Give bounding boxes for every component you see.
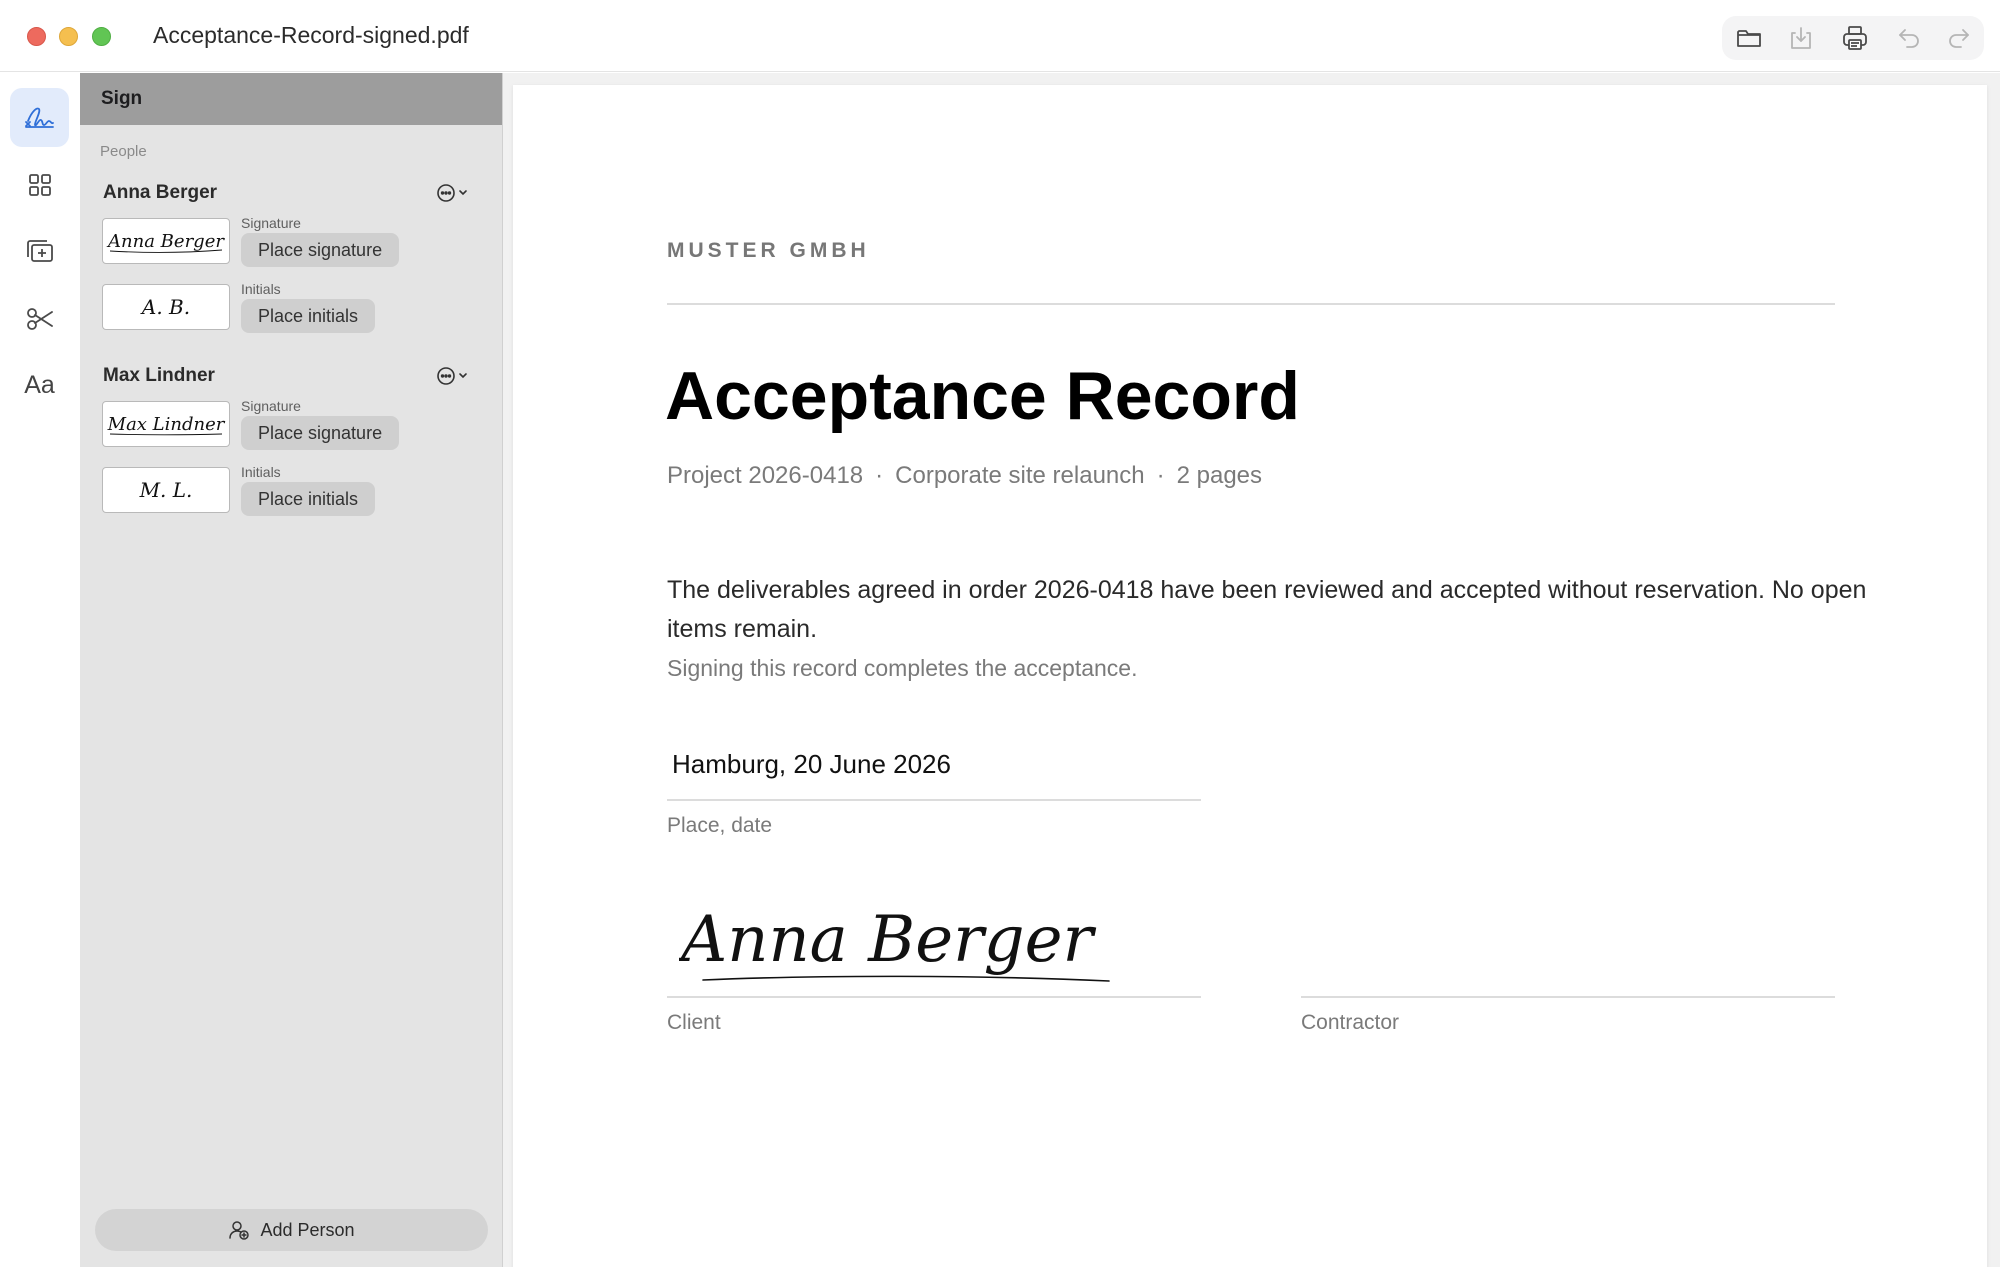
contractor-signature-line[interactable]	[1301, 996, 1835, 998]
zoom-window-button[interactable]	[92, 27, 111, 46]
place-initials-button[interactable]: Place initials	[241, 299, 376, 333]
svg-text:Max Lindner: Max Lindner	[107, 414, 226, 435]
sidebar-header: Sign	[80, 73, 502, 125]
person-options-button[interactable]	[436, 363, 478, 389]
close-window-button[interactable]	[27, 27, 46, 46]
place-date-field[interactable]: Hamburg, 20 June 2026	[672, 749, 951, 780]
page-thumbnails-button[interactable]	[10, 155, 69, 214]
place-date-line	[667, 799, 1201, 801]
client-signature-line	[667, 996, 1201, 998]
sign-tool-button[interactable]	[10, 88, 69, 147]
client-label: Client	[667, 1011, 721, 1034]
print-icon	[1843, 26, 1867, 50]
handwritten-signature-max-lindner: Max Lindner	[107, 414, 226, 436]
undo-icon	[1899, 29, 1919, 48]
place-signature-button[interactable]: Place signature	[241, 416, 400, 450]
folder-icon	[1737, 30, 1761, 47]
document-meta: Project 2026-0418 · Corporate site relaunc…	[667, 462, 1262, 490]
text-style-icon: Aa	[24, 371, 55, 399]
signature-label: Signature	[241, 398, 301, 414]
handwritten-initials-anna-berger: A. B.	[140, 295, 190, 319]
document-viewer[interactable]: MUSTER GMBH Acceptance Record Project 20…	[503, 73, 2000, 1267]
place-signature-button[interactable]: Place signature	[241, 233, 400, 267]
signature-label: Signature	[241, 215, 301, 231]
person-options-button[interactable]	[436, 180, 478, 206]
title-bar: Acceptance-Record-signed.pdf	[0, 0, 2000, 72]
people-section-label: People	[100, 143, 147, 160]
meta-separator: ·	[1156, 462, 1165, 489]
toolbar	[1722, 16, 1984, 60]
add-page-icon	[26, 239, 53, 262]
tool-rail: Aa	[0, 73, 80, 1267]
person-name: Max Lindner	[103, 365, 215, 386]
minimize-window-button[interactable]	[59, 27, 78, 46]
add-person-button[interactable]: Add Person	[95, 1209, 488, 1251]
add-person-label: Add Person	[260, 1219, 355, 1240]
meta-separator: ·	[875, 462, 884, 489]
download-icon	[1791, 27, 1811, 49]
more-options-icon	[437, 367, 467, 385]
project-number: Project 2026-0418	[667, 462, 864, 489]
place-initials-button[interactable]: Place initials	[241, 482, 376, 516]
place-date-label: Place, date	[667, 814, 773, 837]
svg-text:Anna Berger: Anna Berger	[106, 231, 225, 252]
signing-note: Signing this record completes the accept…	[667, 655, 1138, 681]
project-description: Corporate site relaunch	[895, 462, 1145, 489]
svg-text:M. L.: M. L.	[139, 478, 193, 502]
header-divider	[667, 303, 1835, 305]
sign-sidebar: Sign People Anna Berger Signature Anna B…	[80, 73, 503, 1267]
undo-button[interactable]	[1892, 22, 1926, 54]
page-count: 2 pages	[1176, 462, 1263, 489]
save-button[interactable]	[1784, 22, 1818, 54]
window-title: Acceptance-Record-signed.pdf	[153, 22, 469, 48]
cut-tool-button[interactable]	[10, 289, 69, 348]
client-signature-text: Anna Berger	[679, 903, 1097, 977]
initials-thumbnail[interactable]: M. L.	[102, 467, 230, 513]
company-name: MUSTER GMBH	[667, 239, 870, 262]
initials-label: Initials	[241, 281, 281, 297]
document-page: MUSTER GMBH Acceptance Record Project 20…	[513, 85, 1987, 1267]
sidebar-title: Sign	[101, 88, 143, 109]
more-options-icon	[437, 184, 467, 202]
acceptance-statement: The deliverables agreed in order 2026-04…	[667, 576, 1867, 643]
scissors-icon	[26, 307, 53, 330]
handwritten-signature-anna-berger: Anna Berger	[106, 231, 225, 253]
print-button[interactable]	[1838, 22, 1872, 54]
text-tool-button[interactable]: Aa	[10, 356, 69, 415]
add-person-icon	[229, 1221, 250, 1240]
client-signature[interactable]: Anna Berger	[679, 885, 1119, 995]
signature-thumbnail[interactable]: Anna Berger	[102, 218, 230, 264]
document-title: Acceptance Record	[665, 358, 1300, 434]
open-folder-button[interactable]	[1732, 22, 1766, 54]
svg-text:A. B.: A. B.	[140, 295, 190, 319]
initials-thumbnail[interactable]: A. B.	[102, 284, 230, 330]
contractor-label: Contractor	[1301, 1011, 1400, 1034]
initials-label: Initials	[241, 464, 281, 480]
redo-button[interactable]	[1942, 22, 1976, 54]
grid-icon	[28, 173, 51, 196]
handwritten-initials-max-lindner: M. L.	[139, 478, 193, 502]
signature-thumbnail[interactable]: Max Lindner	[102, 401, 230, 447]
person-name: Anna Berger	[103, 182, 218, 203]
signature-icon	[24, 107, 54, 128]
insert-page-button[interactable]	[10, 222, 69, 281]
redo-icon	[1949, 29, 1969, 48]
